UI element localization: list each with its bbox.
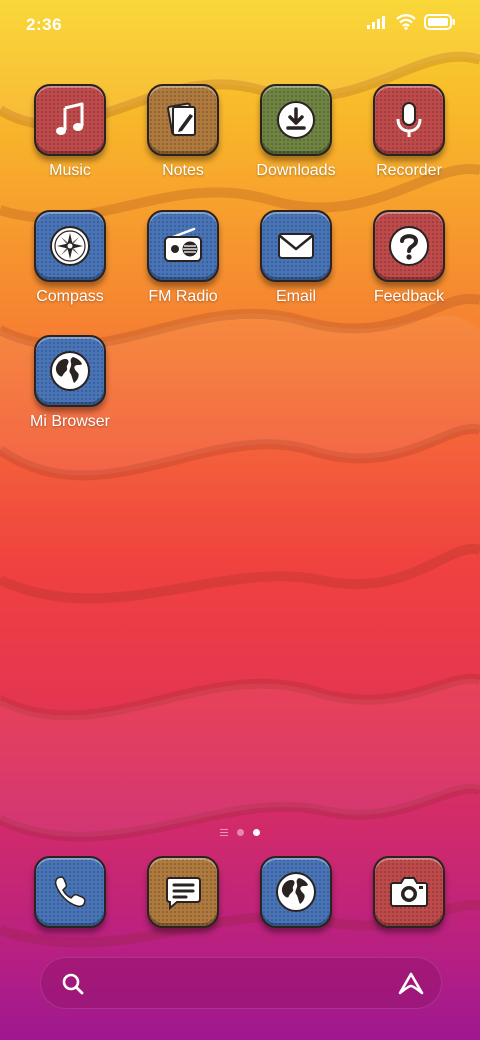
microphone-icon bbox=[396, 102, 422, 137]
app-downloads-tile[interactable] bbox=[260, 84, 332, 156]
app-compass-tile[interactable] bbox=[34, 210, 106, 282]
dock-messages[interactable] bbox=[123, 856, 243, 928]
app-feedback[interactable]: Feedback bbox=[349, 210, 469, 306]
question-icon bbox=[389, 226, 429, 266]
globe-icon bbox=[50, 351, 90, 391]
page-indicator-dot-2[interactable] bbox=[253, 829, 260, 836]
app-email[interactable]: Email bbox=[236, 210, 356, 306]
app-feedback-tile[interactable] bbox=[373, 210, 445, 282]
status-bar: 2:36 bbox=[0, 0, 480, 52]
dock-phone[interactable] bbox=[10, 856, 130, 928]
music-note-icon bbox=[56, 102, 84, 135]
app-notes[interactable]: Notes bbox=[123, 84, 243, 180]
app-recorder-tile[interactable] bbox=[373, 84, 445, 156]
camera-icon bbox=[390, 877, 428, 907]
app-fm-radio[interactable]: FM Radio bbox=[123, 210, 243, 306]
status-system-icons bbox=[366, 14, 456, 30]
app-label-fm-radio: FM Radio bbox=[148, 288, 218, 305]
app-mi-browser-tile[interactable] bbox=[34, 335, 106, 407]
download-icon bbox=[277, 101, 315, 139]
compass-icon bbox=[50, 226, 90, 266]
search-icon[interactable] bbox=[61, 972, 85, 996]
app-label-mi-browser: Mi Browser bbox=[29, 413, 110, 430]
globe-icon bbox=[276, 872, 316, 912]
app-downloads[interactable]: Downloads bbox=[236, 84, 356, 180]
app-compass[interactable]: Compass bbox=[10, 210, 130, 306]
dock-camera-tile[interactable] bbox=[373, 856, 445, 928]
page-indicator[interactable] bbox=[0, 829, 480, 836]
app-label-music: Music bbox=[49, 162, 91, 179]
messages-icon bbox=[166, 877, 201, 911]
app-label-compass: Compass bbox=[36, 288, 104, 305]
dock-messages-tile[interactable] bbox=[147, 856, 219, 928]
app-recorder[interactable]: Recorder bbox=[349, 84, 469, 180]
radio-icon bbox=[164, 227, 202, 262]
status-time: 2:36 bbox=[26, 15, 63, 34]
notes-icon bbox=[167, 102, 196, 136]
dock-browser-tile[interactable] bbox=[260, 856, 332, 928]
page-indicator-feed[interactable] bbox=[220, 829, 228, 836]
app-mi-browser[interactable]: Mi Browser bbox=[10, 335, 130, 431]
dock-browser[interactable] bbox=[236, 856, 356, 928]
dock-camera[interactable] bbox=[349, 856, 469, 928]
search-bar[interactable] bbox=[40, 957, 442, 1009]
dock-phone-tile[interactable] bbox=[34, 856, 106, 928]
app-label-feedback: Feedback bbox=[373, 288, 445, 305]
wifi-icon bbox=[396, 14, 416, 30]
phone-icon bbox=[54, 876, 86, 908]
assistant-icon[interactable] bbox=[397, 971, 425, 997]
app-fm-radio-tile[interactable] bbox=[147, 210, 219, 282]
app-label-email: Email bbox=[275, 288, 316, 305]
app-label-notes: Notes bbox=[162, 162, 204, 179]
envelope-icon bbox=[278, 233, 314, 259]
app-label-downloads: Downloads bbox=[256, 162, 336, 179]
app-label-recorder: Recorder bbox=[376, 162, 442, 179]
app-music[interactable]: Music bbox=[10, 84, 130, 180]
battery-icon bbox=[424, 14, 455, 30]
signal-bars-icon bbox=[367, 16, 385, 29]
app-notes-tile[interactable] bbox=[147, 84, 219, 156]
page-indicator-dot-1[interactable] bbox=[237, 829, 244, 836]
app-music-tile[interactable] bbox=[34, 84, 106, 156]
app-email-tile[interactable] bbox=[260, 210, 332, 282]
